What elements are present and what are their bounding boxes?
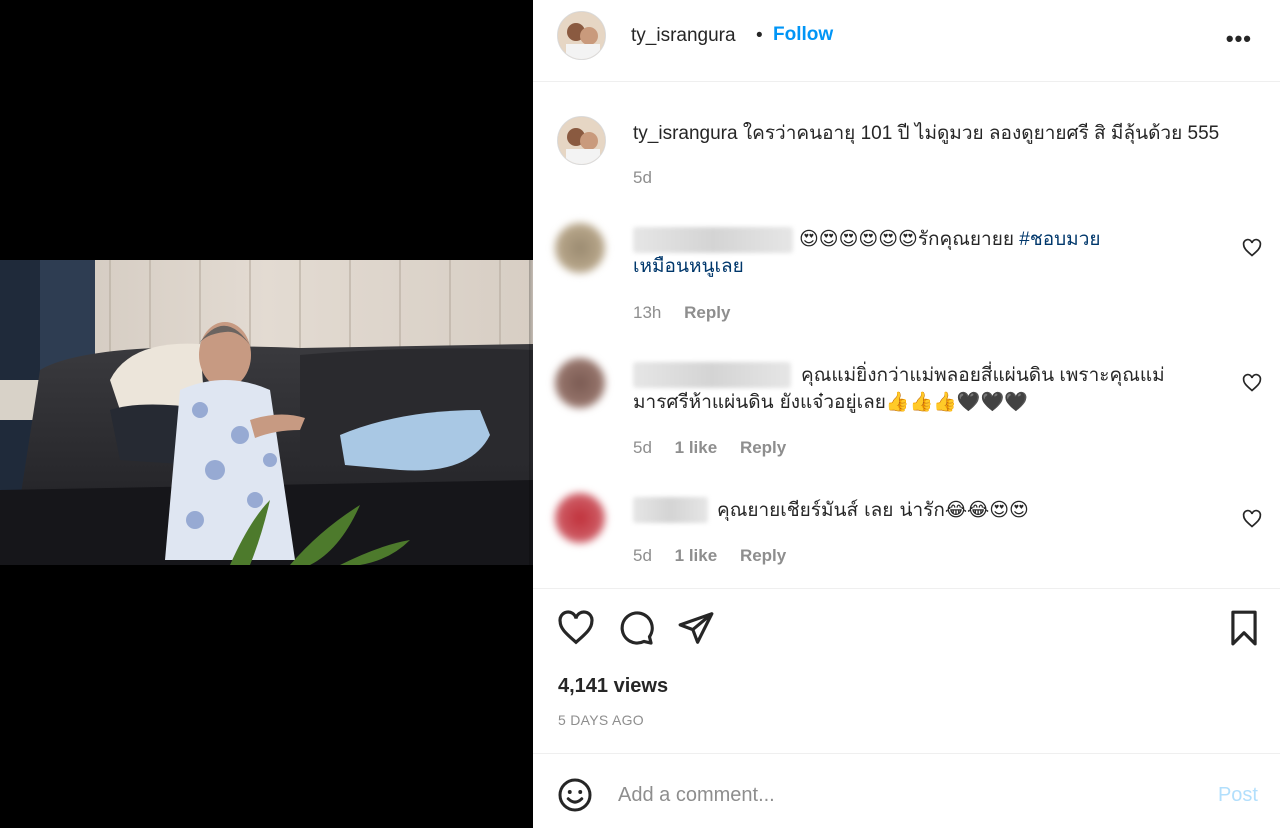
comment-time[interactable]: 5d <box>633 438 652 457</box>
comment-text: คุณยายเชียร์มันส์ เลย น่ารัก😂😂😍😍 <box>717 499 1029 521</box>
post-comment-button[interactable]: Post <box>1218 784 1258 807</box>
add-comment-bar: Post <box>533 753 1280 828</box>
share-send-icon[interactable] <box>677 609 715 647</box>
comment-meta: 5d 1 like Reply <box>633 546 804 566</box>
comment-input[interactable] <box>618 778 1178 812</box>
comment-hashtag[interactable]: #ชอบมวย <box>1019 229 1100 250</box>
commenter-username-blurred[interactable] <box>633 227 793 253</box>
comment-text: 😍😍😍😍😍😍รักคุณยายย #ชอบมวย <box>799 228 1101 250</box>
comment-text: คุณแม่ยิ่งกว่าแม่พลอยสี่แผ่นดิน เพราะคุณ… <box>801 365 1165 386</box>
video-frame-image <box>0 260 533 565</box>
reply-button[interactable]: Reply <box>740 438 786 457</box>
view-count: 4,141 views <box>558 675 669 697</box>
commenter-avatar[interactable] <box>555 358 605 408</box>
more-options-icon[interactable]: ••• <box>1226 26 1252 52</box>
reply-button[interactable]: Reply <box>740 546 786 565</box>
comment-text-line2: เหมือนหนูเลย <box>633 256 744 277</box>
media-column <box>0 0 533 828</box>
post-date[interactable]: 5 DAYS AGO <box>558 712 644 728</box>
comment-time[interactable]: 5d <box>633 546 652 565</box>
caption-text: ใครว่าคนอายุ 101 ปี ไม่ดูมวย ลองดูยายศรี… <box>742 123 1220 144</box>
post-header: ty_israngura • Follow ••• <box>533 0 1280 82</box>
like-comment-heart-icon[interactable] <box>1242 238 1262 258</box>
like-comment-heart-icon[interactable] <box>1242 509 1262 529</box>
like-comment-heart-icon[interactable] <box>1242 373 1262 393</box>
post-caption: ty_israngura ใครว่าคนอายุ 101 ปี ไม่ดูมว… <box>633 121 1263 147</box>
post-video[interactable] <box>0 260 533 565</box>
reply-button[interactable]: Reply <box>684 303 730 322</box>
comment-bubble-icon[interactable] <box>617 609 655 647</box>
post-panel: ty_israngura • Follow ••• ty_israngura ใ… <box>533 0 1280 828</box>
comment-meta: 5d 1 like Reply <box>633 438 804 458</box>
caption-username[interactable]: ty_israngura <box>633 123 738 144</box>
comment-text-line2: มารศรีห้าแผ่นดิน ยังแจ๋วอยู่เลย👍👍👍🖤🖤🖤 <box>633 391 1028 413</box>
separator-dot: • <box>756 25 763 46</box>
comment-likes[interactable]: 1 like <box>675 546 718 565</box>
bookmark-icon[interactable] <box>1225 609 1263 647</box>
commenter-username-blurred[interactable] <box>633 497 708 523</box>
commenter-username-blurred[interactable] <box>633 362 791 388</box>
caption-author-avatar[interactable] <box>557 116 606 165</box>
author-username[interactable]: ty_israngura <box>631 25 736 47</box>
commenter-avatar[interactable] <box>555 493 605 543</box>
follow-button[interactable]: Follow <box>773 24 833 46</box>
author-avatar[interactable] <box>557 11 606 60</box>
post-actions: 4,141 views 5 DAYS AGO <box>533 588 1280 753</box>
commenter-avatar[interactable] <box>555 223 605 273</box>
comment-meta: 13h Reply <box>633 303 748 323</box>
emoji-smiley-icon[interactable] <box>557 777 593 813</box>
comment-time[interactable]: 13h <box>633 303 661 322</box>
like-heart-icon[interactable] <box>557 609 595 647</box>
caption-timestamp[interactable]: 5d <box>633 168 652 188</box>
comment-likes[interactable]: 1 like <box>675 438 718 457</box>
